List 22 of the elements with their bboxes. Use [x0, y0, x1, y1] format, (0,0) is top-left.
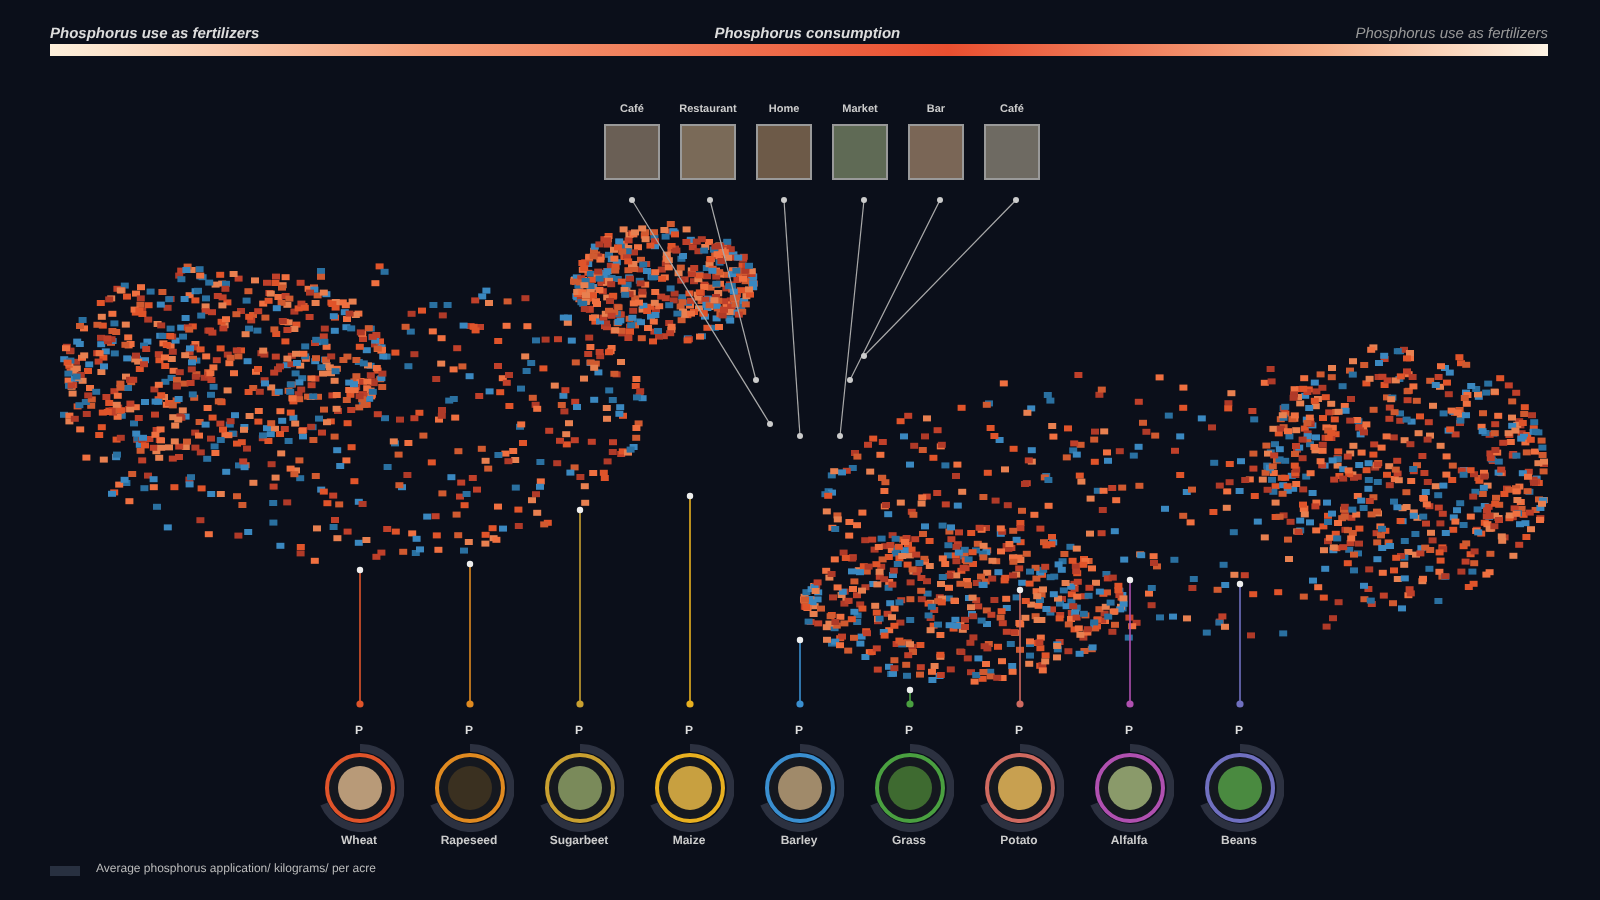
photo-placeholder: [908, 124, 964, 180]
photo-placeholder: [447, 766, 491, 810]
leader-line: [356, 566, 364, 708]
photo-placeholder: [887, 766, 931, 810]
photo-placeholder: [756, 124, 812, 180]
photo-placeholder: [604, 124, 660, 180]
photo-placeholder: [667, 766, 711, 810]
leader-line: [1236, 580, 1244, 708]
photo-placeholder: [1217, 766, 1261, 810]
photo-placeholder: [680, 124, 736, 180]
legend-swatch: [50, 865, 80, 875]
leader-line: [1016, 586, 1024, 708]
leader-line: [796, 636, 804, 708]
leader-line: [1126, 576, 1134, 708]
photo-placeholder: [984, 124, 1040, 180]
photo-placeholder: [1107, 766, 1151, 810]
photo-placeholder: [997, 766, 1041, 810]
photo-placeholder: [832, 124, 888, 180]
photo-placeholder: [557, 766, 601, 810]
photo-placeholder: [777, 766, 821, 810]
leader-line: [906, 686, 914, 708]
photo-placeholder: [337, 766, 381, 810]
